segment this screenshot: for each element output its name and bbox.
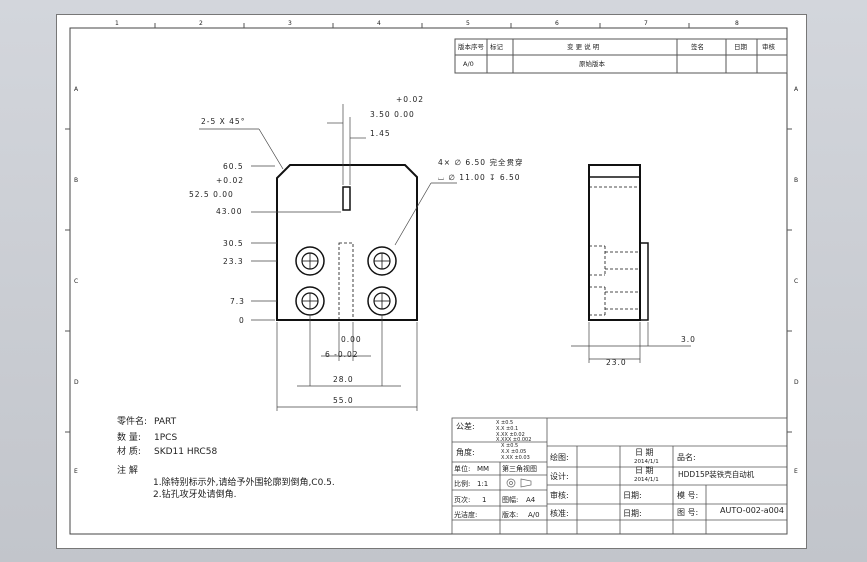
x-dim-label: 6 -0.02 — [325, 350, 359, 359]
projection-label: 第三角视图 — [502, 464, 537, 473]
date-value: 2014/1/1 — [634, 477, 659, 483]
y-dim-label: 0 — [239, 316, 245, 325]
front-view — [276, 164, 418, 321]
y-dim-label: 30.5 — [223, 239, 244, 248]
quantity-label: 数 量: — [117, 431, 141, 443]
zone-label: 1 — [115, 20, 119, 27]
zone-label: E — [74, 468, 78, 475]
top-zone-markers: 1 2 3 4 5 6 7 8 — [115, 20, 739, 28]
side-dim-label: 3.0 — [681, 335, 696, 344]
pages: 1 — [482, 496, 486, 504]
scale: 1:1 — [477, 480, 488, 488]
counterbore-note: ⌴ ∅ 11.00 ↧ 6.50 — [438, 173, 521, 182]
approved-by-label: 核准: — [550, 508, 569, 518]
pages-label: 页次: — [454, 495, 470, 504]
note-1: 1.除特别标示外,请给予外围轮廓到倒角,C0.5. — [153, 476, 335, 488]
projection-symbol — [506, 478, 532, 488]
zone-label: E — [794, 468, 798, 475]
slot-x-label: 3.50 0.00 — [370, 110, 415, 119]
zone-label: B — [794, 177, 798, 184]
part-name: PART — [154, 417, 177, 427]
zone-label: 5 — [466, 20, 470, 27]
zone-label: 2 — [199, 20, 203, 27]
zone-label: B — [74, 177, 78, 184]
hole-note: 4× ∅ 6.50 完全贯穿 — [438, 157, 523, 167]
general-notes: 零件名: PART 数 量: 1PCS 材 质: SKD11 HRC58 注 解… — [117, 415, 335, 500]
rev-header: 日期 — [734, 43, 748, 51]
unit-label: 单位: — [454, 464, 470, 473]
rev-header: 版本序号 — [458, 42, 485, 51]
zone-label: 8 — [735, 20, 739, 27]
chamfer-label: 2-5 X 45° — [201, 117, 245, 126]
zone-label: C — [74, 278, 78, 285]
drawing-sheet: 1 2 3 4 5 6 7 8 A B C D E A B C D E 版本序号… — [56, 14, 807, 549]
rev-cell: 原始版本 — [579, 59, 606, 68]
scale-label: 比例: — [454, 479, 470, 488]
x-dim-label: 28.0 — [333, 375, 354, 384]
front-view-labels: 2-5 X 45° +0.02 3.50 0.00 1.45 4× ∅ 6.50… — [189, 95, 523, 405]
side-view-labels: 3.0 23.0 — [606, 335, 696, 367]
drawing-no-label: 图 号: — [677, 508, 698, 517]
zone-label: A — [74, 86, 79, 93]
zone-label: 6 — [555, 20, 559, 27]
angle-line: X.XX ±0.03 — [501, 455, 530, 461]
date-header: 日 期 — [635, 448, 654, 457]
zone-label: 7 — [644, 20, 648, 27]
angle-label: 角度: — [456, 447, 475, 457]
y-dim-label: +0.02 — [216, 176, 244, 185]
y-dim-label: 43.00 — [216, 207, 242, 216]
revision-value: A/0 — [528, 511, 540, 519]
tolerance-label: +0.02 — [396, 95, 424, 104]
revision-label: 版本: — [502, 510, 518, 519]
side-dim-label: 23.0 — [606, 358, 627, 367]
unit: MM — [477, 465, 489, 473]
date-value: 2014/1/1 — [634, 459, 659, 465]
rev-header: 审核 — [762, 42, 776, 51]
x-dim-label: 0.00 — [341, 335, 362, 344]
model-label: 模 号: — [677, 490, 698, 500]
date-header: 日 期 — [635, 466, 654, 475]
sheet-size-label: 图幅: — [502, 495, 518, 504]
drawn-by-label: 绘图: — [550, 452, 569, 462]
material-label: 材 质: — [117, 445, 141, 457]
drawing-number: AUTO-002-a004 — [720, 506, 784, 515]
rev-header: 签名 — [691, 42, 704, 51]
check-date-label: 日期: — [623, 491, 642, 500]
finish-label: 光洁度: — [454, 510, 477, 519]
notes-title: 注 解 — [117, 464, 138, 476]
cad-window: 1 2 3 4 5 6 7 8 A B C D E A B C D E 版本序号… — [0, 0, 867, 562]
y-dim-label: 60.5 — [223, 162, 244, 171]
y-dim-label: 23.3 — [223, 257, 244, 266]
zone-label: C — [794, 278, 798, 285]
sheet-size: A4 — [526, 496, 536, 504]
designed-by-label: 设计: — [550, 471, 569, 481]
quantity: 1PCS — [154, 433, 177, 443]
side-view-dimensions — [571, 322, 691, 363]
zone-label: D — [74, 379, 79, 386]
rev-header: 变 更 说 明 — [567, 42, 600, 51]
product-name: HDD15P装铁壳自动机 — [678, 469, 755, 479]
rev-cell: A/0 — [463, 60, 474, 68]
part-name-label: 零件名: — [117, 415, 147, 427]
rev-header: 标记 — [490, 42, 504, 51]
side-view — [588, 164, 649, 321]
x-dim-label: 55.0 — [333, 396, 354, 405]
slot-width-label: 1.45 — [370, 129, 391, 138]
zone-label: A — [794, 86, 799, 93]
y-dim-label: 7.3 — [230, 297, 245, 306]
tolerance-label: 公差: — [456, 421, 475, 431]
zone-label: 4 — [377, 20, 381, 27]
drawing-canvas: 1 2 3 4 5 6 7 8 A B C D E A B C D E 版本序号… — [65, 20, 799, 535]
approve-date-label: 日期: — [623, 509, 642, 518]
note-2: 2.钻孔攻牙处请倒角. — [153, 488, 236, 500]
product-label: 品名: — [677, 452, 696, 462]
material: SKD11 HRC58 — [154, 447, 217, 457]
zone-label: D — [794, 379, 799, 386]
y-dim-label: 52.5 0.00 — [189, 190, 234, 199]
checked-by-label: 审核: — [550, 490, 569, 500]
zone-label: 3 — [288, 20, 292, 27]
